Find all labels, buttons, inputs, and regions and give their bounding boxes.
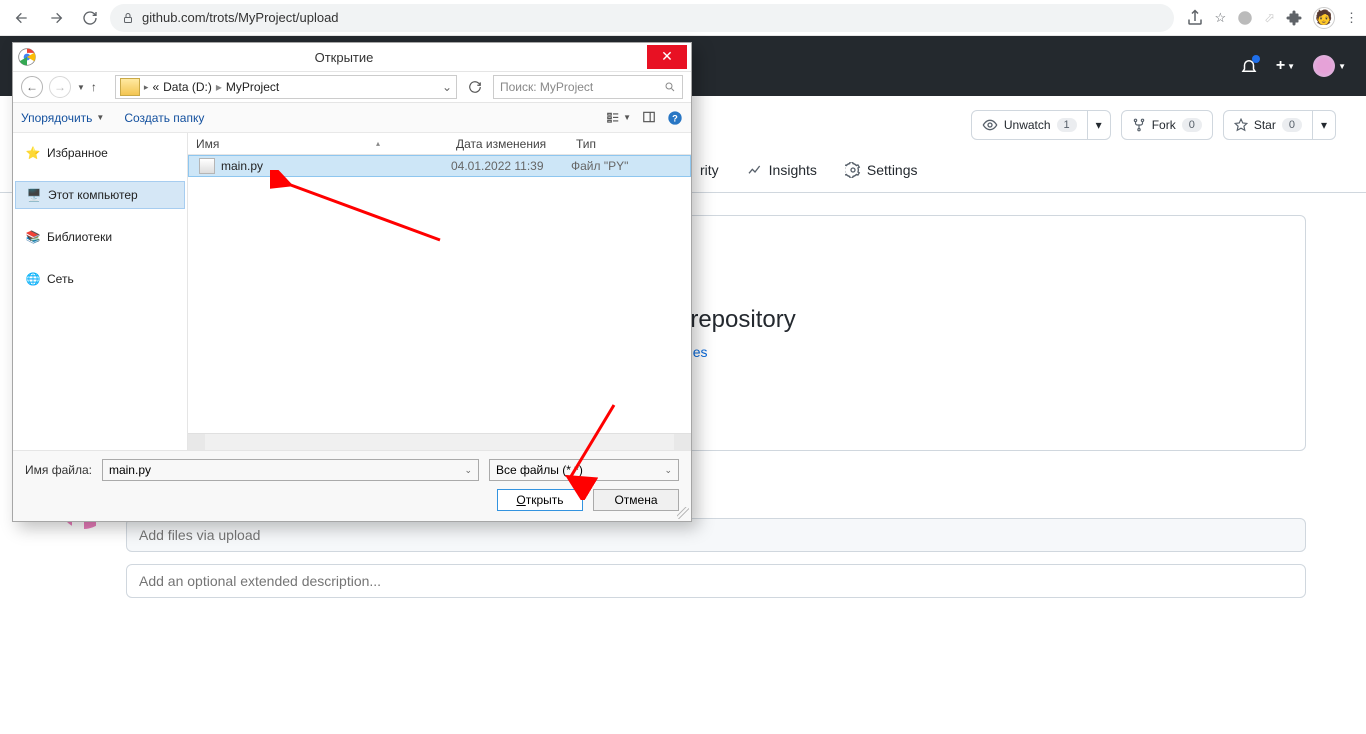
address-bar-text: github.com/trots/MyProject/upload [142, 10, 339, 25]
search-placeholder: Поиск: MyProject [500, 80, 593, 94]
dialog-titlebar: Открытие ✕ [13, 43, 691, 71]
commit-summary-input[interactable] [126, 518, 1306, 552]
star-icon [1234, 118, 1248, 132]
sidebar-libraries[interactable]: 📚 Библиотеки [15, 223, 185, 251]
forward-button[interactable] [42, 4, 70, 32]
create-new-dropdown[interactable]: +▼ [1276, 57, 1295, 75]
view-mode-button[interactable]: ▼ [605, 110, 631, 126]
dialog-forward-button[interactable]: → [49, 76, 71, 98]
folder-icon [120, 78, 140, 96]
dialog-history-dropdown[interactable]: ▼ [77, 83, 85, 92]
sidebar-favorites[interactable]: ⭐ Избранное [15, 139, 185, 167]
dialog-search-input[interactable]: Поиск: MyProject [493, 75, 683, 99]
file-open-dialog: Открытие ✕ ← → ▼ ↑ ▸ « Data (D:) ▸ MyPro… [12, 42, 692, 522]
extension-cursor-icon[interactable]: ⬀ [1264, 10, 1275, 26]
breadcrumb-root[interactable]: Data (D:) [163, 80, 212, 94]
file-list-header: Имя▴ Дата изменения Тип [188, 133, 691, 155]
chrome-app-icon [17, 47, 37, 67]
reload-button[interactable] [76, 4, 104, 32]
dialog-close-button[interactable]: ✕ [647, 45, 687, 69]
fork-button[interactable]: Fork 0 [1121, 110, 1213, 140]
organize-menu[interactable]: Упорядочить ▼ [21, 111, 104, 125]
dialog-back-button[interactable]: ← [21, 76, 43, 98]
network-icon: 🌐 [25, 271, 41, 287]
user-avatar-github [1313, 55, 1335, 77]
star-count: 0 [1282, 118, 1302, 132]
commit-description-input[interactable] [126, 564, 1306, 598]
dialog-breadcrumb[interactable]: ▸ « Data (D:) ▸ MyProject ⌄ [115, 75, 457, 99]
fork-count: 0 [1182, 118, 1202, 132]
search-icon [664, 81, 676, 93]
sidebar-this-pc[interactable]: 🖥️ Этот компьютер [15, 181, 185, 209]
col-name[interactable]: Имя▴ [188, 137, 448, 151]
file-date: 04.01.2022 11:39 [451, 159, 571, 173]
horizontal-scrollbar[interactable] [188, 433, 691, 450]
address-bar[interactable]: github.com/trots/MyProject/upload [110, 4, 1174, 32]
col-date[interactable]: Дата изменения [448, 137, 568, 151]
share-icon[interactable] [1186, 9, 1204, 27]
tab-security[interactable]: rity [700, 162, 719, 178]
cancel-button[interactable]: Отмена [593, 489, 679, 511]
sidebar-network[interactable]: 🌐 Сеть [15, 265, 185, 293]
new-folder-button[interactable]: Создать папку [124, 111, 204, 125]
breadcrumb-dropdown[interactable]: ⌄ [442, 80, 452, 94]
star-button[interactable]: Star 0 [1223, 110, 1313, 140]
fork-label: Fork [1152, 118, 1176, 132]
graph-icon [747, 162, 763, 178]
dialog-sidebar: ⭐ Избранное 🖥️ Этот компьютер 📚 Библиоте… [13, 133, 188, 450]
dialog-bottom-panel: Имя файла: main.py⌄ Все файлы (*.*)⌄ Отк… [13, 450, 691, 521]
filename-input[interactable]: main.py⌄ [102, 459, 479, 481]
dialog-path-bar: ← → ▼ ↑ ▸ « Data (D:) ▸ MyProject ⌄ Поис… [13, 71, 691, 103]
browser-toolbar: github.com/trots/MyProject/upload ☆ ⬀ 🧑 … [0, 0, 1366, 36]
computer-icon: 🖥️ [26, 187, 42, 203]
unwatch-button[interactable]: Unwatch 1 [971, 110, 1088, 140]
fork-icon [1132, 118, 1146, 132]
col-type[interactable]: Тип [568, 137, 668, 151]
notifications-icon[interactable] [1240, 57, 1258, 75]
star-caret[interactable]: ▾ [1313, 110, 1336, 140]
file-type: Файл "PY" [571, 159, 628, 173]
help-button[interactable]: ? [667, 110, 683, 126]
eye-icon [982, 117, 998, 133]
filename-label: Имя файла: [25, 463, 92, 477]
lock-icon [122, 12, 134, 24]
gear-icon [845, 162, 861, 178]
dialog-toolbar: Упорядочить ▼ Создать папку ▼ ? [13, 103, 691, 133]
tab-settings[interactable]: Settings [845, 162, 918, 178]
star-label: Star [1254, 118, 1276, 132]
preview-pane-button[interactable] [641, 110, 657, 126]
file-name: main.py [221, 159, 451, 173]
user-menu[interactable]: ▼ [1313, 55, 1346, 77]
profile-icon[interactable] [1236, 9, 1254, 27]
libraries-icon: 📚 [25, 229, 41, 245]
resize-grip[interactable] [677, 507, 689, 519]
dialog-up-button[interactable]: ↑ [91, 80, 109, 94]
dialog-title: Открытие [41, 50, 647, 65]
unwatch-count: 1 [1057, 118, 1077, 132]
dialog-refresh-button[interactable] [463, 75, 487, 99]
file-icon [199, 158, 215, 174]
unwatch-label: Unwatch [1004, 118, 1051, 132]
star-icon: ⭐ [25, 145, 41, 161]
user-avatar-browser[interactable]: 🧑 [1313, 7, 1335, 29]
open-button[interactable]: Открыть [497, 489, 583, 511]
bookmark-star-icon[interactable]: ☆ [1214, 10, 1226, 26]
browser-right-icons: ☆ ⬀ 🧑 ⋮ [1186, 7, 1358, 29]
unwatch-caret[interactable]: ▾ [1088, 110, 1111, 140]
dialog-file-list: Имя▴ Дата изменения Тип main.py 04.01.20… [188, 133, 691, 450]
back-button[interactable] [8, 4, 36, 32]
file-type-filter[interactable]: Все файлы (*.*)⌄ [489, 459, 679, 481]
extensions-icon[interactable] [1285, 9, 1303, 27]
svg-text:?: ? [672, 113, 678, 123]
file-row-mainpy[interactable]: main.py 04.01.2022 11:39 Файл "PY" [188, 155, 691, 177]
breadcrumb-folder[interactable]: MyProject [226, 80, 279, 94]
kebab-menu-icon[interactable]: ⋮ [1345, 10, 1358, 26]
tab-insights[interactable]: Insights [747, 162, 817, 178]
